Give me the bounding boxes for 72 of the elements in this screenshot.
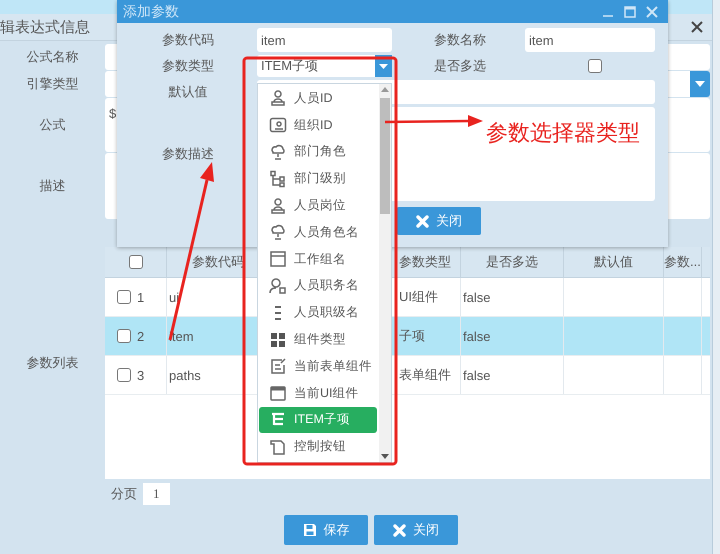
dropdown-option[interactable]: 工作组名 (259, 246, 377, 273)
field-label: 描述 (40, 177, 66, 195)
person-icon (269, 196, 287, 215)
dropdown-option[interactable]: 人员岗位 (259, 192, 377, 219)
field-label: 参数描述 (162, 145, 214, 163)
field-label: 是否多选 (434, 57, 486, 75)
page-number[interactable]: 1 (143, 483, 170, 505)
table-cell: false (463, 368, 490, 382)
scrollbar[interactable] (379, 84, 391, 462)
close-icon (393, 524, 406, 536)
row-number: 1 (137, 290, 144, 304)
field-label: 公式 (40, 116, 66, 134)
text-field[interactable]: item (257, 28, 392, 52)
dropdown-button[interactable] (690, 71, 710, 97)
table-cell: paths (169, 368, 201, 382)
grid-icon (269, 330, 287, 349)
pagination-label: 分页 (111, 485, 137, 503)
window-title: 辑表达式信息 (0, 18, 90, 36)
field-label: 公式名称 (26, 48, 78, 66)
save-icon (302, 523, 316, 537)
dropdown-option[interactable]: 部门级别 (259, 165, 377, 192)
hierarchy-icon (269, 170, 287, 188)
field-value: $ (109, 106, 116, 121)
column-header[interactable]: 是否多选 (486, 253, 538, 271)
dropdown-option[interactable]: 组织ID (259, 112, 377, 139)
row-number: 2 (137, 328, 144, 344)
column-header[interactable]: 参数... (664, 253, 701, 271)
dialog-title: 添加参数 (123, 2, 179, 20)
text-field[interactable]: item (525, 28, 655, 52)
field-label: 默认值 (168, 83, 208, 101)
field-label: 参数代码 (162, 31, 214, 49)
cloud-person-icon (269, 223, 287, 242)
caret-icon (379, 64, 388, 68)
field-label: 参数类型 (162, 57, 214, 75)
field-value: item (261, 32, 286, 48)
annotation-text: 参数选择器类型 (486, 119, 640, 147)
person-icon (269, 89, 287, 108)
table-cell: false (463, 328, 490, 344)
checkbox[interactable] (117, 329, 131, 343)
scroll-up-icon[interactable] (381, 87, 389, 92)
window-icon (269, 250, 287, 268)
caret-icon (695, 81, 705, 87)
checkbox[interactable] (117, 368, 131, 382)
close-icon[interactable] (690, 20, 704, 34)
field-label: 引擎类型 (26, 75, 78, 93)
field-label: 参数名称 (434, 31, 486, 49)
person-card-icon (269, 276, 287, 295)
checkbox[interactable] (128, 255, 142, 269)
checkbox[interactable] (117, 290, 131, 304)
dropdown-option[interactable]: 人员ID (259, 85, 377, 112)
id-card-icon (269, 116, 287, 134)
field-value: item (529, 32, 554, 48)
dropdown-option[interactable]: 人员角色名 (259, 218, 377, 246)
row-number: 3 (137, 368, 144, 382)
table-cell: UI组件 (399, 288, 438, 306)
dropdown-option[interactable]: 部门角色 (259, 138, 377, 166)
column-header[interactable]: 参数类型 (399, 253, 451, 271)
field-value: ITEM子项 (261, 57, 318, 75)
table-cell: 子项 (399, 327, 425, 345)
maximize-icon[interactable] (624, 6, 636, 18)
table-cell: false (463, 290, 490, 304)
window-icon (269, 384, 287, 402)
dropdown-option[interactable]: 组件类型 (259, 326, 377, 353)
edit-form-icon (269, 357, 287, 376)
field-label: 参数列表 (26, 354, 78, 372)
column-header[interactable]: 默认值 (594, 253, 633, 271)
scroll-down-icon[interactable] (381, 454, 389, 459)
table-cell: 表单组件 (399, 366, 451, 384)
checkbox[interactable] (588, 59, 602, 73)
dropdown-option[interactable]: 控制按钮 (259, 433, 377, 460)
close-icon (416, 214, 429, 228)
cloud-person-icon (269, 142, 287, 161)
